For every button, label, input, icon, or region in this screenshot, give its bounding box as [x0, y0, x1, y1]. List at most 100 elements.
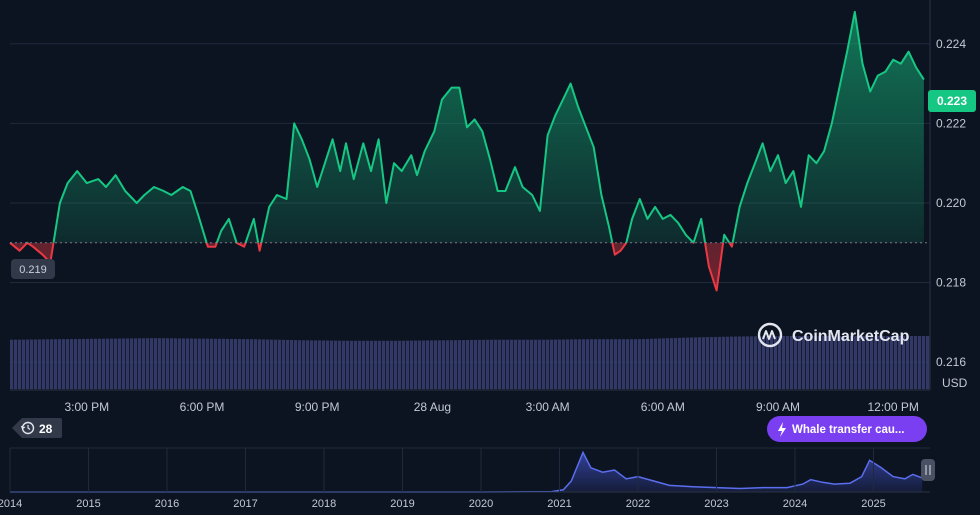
current-price-badge: 0.223 [928, 90, 976, 112]
volume-bar [754, 336, 758, 389]
volume-bar [538, 339, 542, 389]
volume-bar [470, 339, 474, 389]
volume-bar [550, 339, 554, 389]
volume-bar [486, 339, 490, 389]
volume-bar [282, 339, 286, 389]
volume-bar [146, 338, 150, 389]
y-axis: 0.224 0.222 0.220 0.218 0.216 [936, 37, 966, 369]
navigator-handle[interactable] [921, 459, 935, 481]
volume-bar [574, 339, 578, 389]
volume-bar [438, 340, 442, 389]
volume-bar [686, 337, 690, 389]
navigator-tick-label: 2016 [155, 498, 179, 510]
volume-bar [110, 338, 114, 389]
volume-bar [310, 340, 314, 389]
volume-bar [582, 339, 586, 389]
volume-bar [710, 337, 714, 389]
volume-bar [126, 338, 130, 389]
volume-bar [734, 336, 738, 389]
volume-bar [606, 339, 610, 389]
volume-bar [922, 336, 926, 389]
volume-bar [34, 339, 38, 389]
chart-root: 0.224 0.222 0.220 0.218 0.216 3:00 PM 6:00 PM… [0, 0, 980, 510]
volume-bar [778, 336, 782, 389]
volume-bar [354, 340, 358, 389]
y-tick-label: 0.224 [936, 37, 966, 51]
volume-bar [530, 339, 534, 389]
volume-bar [642, 339, 646, 389]
volume-bar [330, 340, 334, 389]
volume-bar [514, 339, 518, 389]
volume-bar [654, 338, 658, 389]
volume-bar [658, 338, 662, 389]
range-navigator[interactable]: 2014 2015 2016 2017 2018 2019 2020 2021 2022 2023… [0, 447, 935, 510]
volume-bar [54, 339, 58, 389]
volume-bar [338, 340, 342, 389]
events-count-badge[interactable]: 28 [12, 418, 62, 438]
navigator-tick-label: 2017 [233, 498, 257, 510]
volume-bar [750, 336, 754, 389]
volume-bar [358, 340, 362, 389]
volume-bar [398, 340, 402, 389]
volume-bar [46, 339, 50, 389]
start-price-label: 0.219 [19, 264, 47, 276]
volume-bar [30, 339, 34, 389]
volume-bar [114, 338, 118, 389]
volume-bar [66, 339, 70, 389]
volume-bar [250, 339, 254, 389]
volume-bar [742, 336, 746, 389]
volume-bar [746, 336, 750, 389]
volume-bar [222, 338, 226, 389]
volume-bar [430, 340, 434, 389]
volume-bar [278, 339, 282, 389]
volume-bar [150, 338, 154, 389]
volume-bar [674, 337, 678, 389]
volume-bar [446, 340, 450, 389]
volume-bar [18, 339, 22, 389]
volume-bar [454, 340, 458, 389]
x-tick-label: 9:00 AM [756, 400, 800, 414]
volume-bar [10, 339, 14, 389]
volume-bar [266, 339, 270, 389]
volume-bar [510, 339, 514, 389]
whale-transfer-badge[interactable]: Whale transfer cau... [767, 416, 927, 442]
whale-transfer-label: Whale transfer cau... [792, 424, 904, 436]
volume-bar [626, 339, 630, 389]
volume-bar [210, 338, 214, 389]
navigator-area [10, 452, 923, 492]
volume-bar [534, 339, 538, 389]
currency-label: USD [942, 376, 968, 390]
volume-bar [434, 340, 438, 389]
volume-bar [730, 336, 734, 389]
volume-bar [286, 339, 290, 389]
navigator-tick-label: 2021 [547, 498, 571, 510]
volume-bar [342, 340, 346, 389]
x-axis: 3:00 PM 6:00 PM 9:00 PM 28 Aug 3:00 AM 6:00 A… [64, 400, 918, 414]
volume-bar [914, 336, 918, 389]
x-tick-label: 6:00 PM [180, 400, 225, 414]
volume-bar [442, 340, 446, 389]
volume-bar [770, 336, 774, 389]
volume-bar [218, 338, 222, 389]
volume-bar [462, 340, 466, 389]
volume-bar [450, 340, 454, 389]
volume-bar [634, 339, 638, 389]
volume-bar [926, 336, 930, 389]
volume-bar [506, 339, 510, 389]
area-fill-up [53, 11, 924, 243]
volume-bar [402, 340, 406, 389]
volume-bar [182, 338, 186, 389]
volume-bar [662, 338, 666, 389]
volume-bar [270, 339, 274, 389]
volume-bar [474, 339, 478, 389]
volume-bar [758, 336, 762, 389]
y-tick-label: 0.218 [936, 276, 966, 290]
coinmarketcap-watermark: CoinMarketCap [757, 322, 910, 348]
volume-bar [918, 336, 922, 389]
volume-bar [418, 340, 422, 389]
volume-bar [162, 338, 166, 389]
price-chart[interactable]: 0.224 0.222 0.220 0.218 0.216 3:00 PM 6:00 PM… [0, 0, 980, 510]
volume-bar [910, 336, 914, 389]
volume-bar [26, 339, 30, 389]
volume-bar [498, 339, 502, 389]
